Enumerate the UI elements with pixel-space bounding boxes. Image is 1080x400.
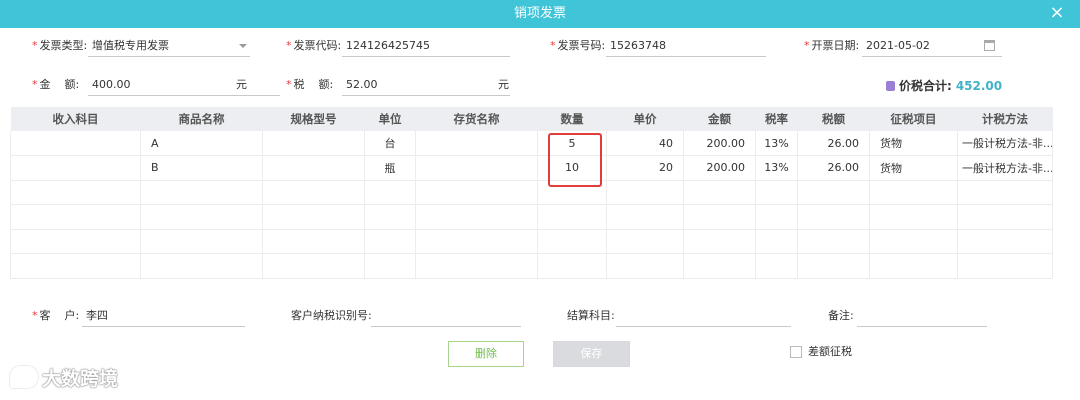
issue-date-field: * 开票日期: <box>804 35 1002 57</box>
required-mark: * <box>286 78 292 91</box>
table-cell[interactable]: 货物 <box>869 131 958 156</box>
col-header: 计税方法 <box>957 107 1053 131</box>
required-mark: * <box>286 39 292 52</box>
customer-field: * 客 户: <box>32 305 247 327</box>
tax-id-field: 客户纳税识别号: <box>291 305 523 327</box>
table-cell[interactable]: 40 <box>606 131 684 156</box>
dialog-title: 销项发票 <box>513 6 566 21</box>
amount-input[interactable] <box>88 74 280 96</box>
tax-label: 税 额: <box>293 78 334 91</box>
table-cell[interactable] <box>262 131 365 156</box>
col-header: 单位 <box>364 107 416 131</box>
chevron-down-icon[interactable] <box>239 44 247 48</box>
amount-label: 金 额: <box>39 78 80 91</box>
settle-account-label: 结算科目: <box>567 309 615 322</box>
col-header: 金额 <box>683 107 756 131</box>
col-header: 征税项目 <box>869 107 958 131</box>
invoice-type-field: * 发票类型: <box>32 35 252 57</box>
total-label: 价税合计: <box>899 79 952 93</box>
table-cell[interactable]: 一般计税方法-非... <box>957 131 1053 156</box>
tag-icon <box>886 81 895 91</box>
settle-account-input[interactable] <box>616 305 791 327</box>
issue-date-input[interactable] <box>862 35 1002 57</box>
customer-label: 客 户: <box>39 309 80 322</box>
table-header-row: 收入科目 商品名称 规格型号 单位 存货名称 数量 单价 金额 税率 税额 征税… <box>10 107 1053 131</box>
table-cell[interactable]: 10 <box>537 155 607 181</box>
invoice-code-label: 发票代码: <box>293 39 342 52</box>
calendar-icon[interactable] <box>984 40 995 51</box>
table-row-empty[interactable] <box>10 229 1053 254</box>
table-cell[interactable] <box>415 155 538 181</box>
col-header: 税率 <box>755 107 798 131</box>
col-header: 单价 <box>606 107 684 131</box>
table-row[interactable]: A 台 5 40 200.00 13% 26.00 货物 一般计税方法-非... <box>10 131 1053 156</box>
table-cell[interactable]: 13% <box>755 155 798 181</box>
table-cell[interactable]: 台 <box>364 131 416 156</box>
col-header: 存货名称 <box>415 107 538 131</box>
table-cell[interactable]: 200.00 <box>683 155 756 181</box>
watermark-text: 大数跨境 <box>42 368 119 390</box>
col-header: 收入科目 <box>10 107 141 131</box>
tax-id-input[interactable] <box>371 305 521 327</box>
table-cell[interactable]: 200.00 <box>683 131 756 156</box>
save-button[interactable]: 保存 <box>553 341 630 367</box>
close-icon[interactable]: × <box>1048 4 1066 22</box>
total-display: 价税合计: 452.00 <box>886 76 1002 96</box>
watermark: 大数跨境 <box>10 366 118 392</box>
invoice-code-input[interactable] <box>342 35 510 57</box>
col-header: 规格型号 <box>262 107 365 131</box>
amount-unit: 元 <box>236 78 247 91</box>
delete-button[interactable]: 删除 <box>448 341 524 367</box>
table-cell[interactable]: B <box>140 155 263 181</box>
col-header: 税额 <box>797 107 870 131</box>
diff-tax-checkbox[interactable] <box>790 346 802 358</box>
table-cell[interactable]: 26.00 <box>797 155 870 181</box>
table-cell[interactable]: 瓶 <box>364 155 416 181</box>
diff-tax-label: 差额征税 <box>808 345 852 358</box>
table-cell[interactable] <box>415 131 538 156</box>
issue-date-label: 开票日期: <box>811 39 860 52</box>
table-cell[interactable]: 20 <box>606 155 684 181</box>
total-amount: 452.00 <box>955 79 1003 93</box>
invoice-type-label: 发票类型: <box>39 39 88 52</box>
table-cell[interactable]: 5 <box>537 131 607 156</box>
table-cell[interactable]: A <box>140 131 263 156</box>
dialog-titlebar: 销项发票 × <box>0 0 1080 28</box>
tax-unit: 元 <box>498 78 509 91</box>
table-cell[interactable]: 一般计税方法-非... <box>957 155 1053 181</box>
table-cell[interactable]: 26.00 <box>797 131 870 156</box>
remark-input[interactable] <box>857 305 987 327</box>
col-header: 数量 <box>537 107 607 131</box>
invoice-number-input[interactable] <box>606 35 766 57</box>
table-row-empty[interactable] <box>10 204 1053 230</box>
tax-field: *税 额: 元 <box>286 74 511 96</box>
invoice-number-field: * 发票号码: <box>550 35 766 57</box>
remark-label: 备注: <box>828 309 854 322</box>
invoice-type-select[interactable] <box>88 35 250 57</box>
tax-input[interactable] <box>342 74 510 96</box>
tax-id-label: 客户纳税识别号: <box>291 309 372 322</box>
brand-logo-icon <box>10 366 38 388</box>
invoice-lines-table: 收入科目 商品名称 规格型号 单位 存货名称 数量 单价 金额 税率 税额 征税… <box>10 107 1053 279</box>
table-row-empty[interactable] <box>10 253 1053 279</box>
table-cell[interactable] <box>10 155 141 181</box>
required-mark: * <box>32 39 38 52</box>
customer-input[interactable] <box>82 305 245 327</box>
table-cell[interactable]: 13% <box>755 131 798 156</box>
required-mark: * <box>804 39 810 52</box>
invoice-code-field: * 发票代码: <box>286 35 511 57</box>
required-mark: * <box>32 78 38 91</box>
settle-account-field: 结算科目: <box>567 305 792 327</box>
remark-field: 备注: <box>828 305 988 327</box>
table-cell[interactable] <box>262 155 365 181</box>
table-cell[interactable] <box>10 131 141 156</box>
required-mark: * <box>32 309 38 322</box>
table-row-empty[interactable] <box>10 180 1053 205</box>
table-cell[interactable]: 货物 <box>869 155 958 181</box>
col-header: 商品名称 <box>140 107 263 131</box>
amount-field: *金 额: 元 <box>32 74 280 96</box>
invoice-number-label: 发票号码: <box>557 39 606 52</box>
required-mark: * <box>550 39 556 52</box>
table-row[interactable]: B 瓶 10 20 200.00 13% 26.00 货物 一般计税方法-非..… <box>10 155 1053 181</box>
